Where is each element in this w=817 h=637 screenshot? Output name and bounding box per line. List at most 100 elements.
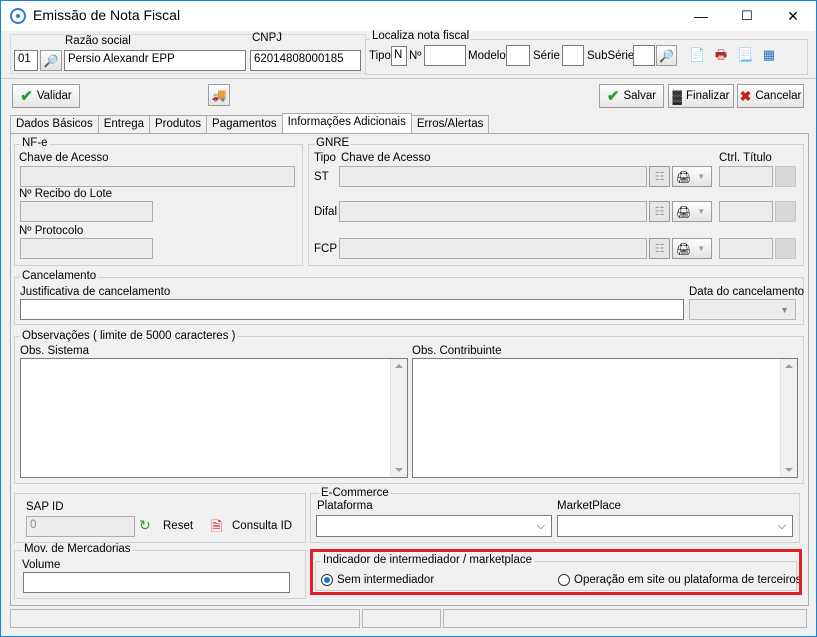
gnre-st-printer-icon[interactable]: 🖨 ▼ — [672, 166, 712, 187]
nfe-chave-label: Chave de Acesso — [19, 152, 109, 164]
tab-produtos[interactable]: Produtos — [149, 115, 208, 134]
sap-id-field[interactable]: 0 — [26, 516, 135, 537]
subserie-label: SubSérie — [587, 50, 635, 62]
nfe-protocolo-field[interactable] — [20, 238, 153, 259]
cnpj-field[interactable]: 62014808000185 — [250, 50, 361, 71]
tab-erros-alertas[interactable]: Erros/Alertas — [410, 115, 490, 134]
cancelar-button[interactable]: ✖ Cancelar — [737, 84, 804, 108]
data-cancelamento-label: Data do cancelamento — [689, 286, 805, 298]
tipo-label: Tipo — [369, 50, 391, 62]
volume-label: Volume — [22, 559, 61, 571]
gnre-tipo-label: Tipo — [314, 152, 336, 164]
plataforma-select[interactable]: ⌵ — [316, 515, 552, 537]
localiza-title: Localiza nota fiscal — [370, 30, 472, 42]
gnre-fcp-chave-field[interactable] — [339, 238, 647, 259]
reset-label[interactable]: Reset — [163, 520, 193, 532]
status-bar — [10, 609, 809, 628]
mov-title: Mov. de Mercadorias — [22, 543, 133, 555]
finalizar-button[interactable]: ▓ Finalizar — [668, 84, 734, 108]
marketplace-label: MarketPlace — [557, 500, 621, 512]
modelo-field[interactable] — [506, 45, 530, 66]
gnre-st-copy-icon[interactable]: ☷ — [649, 166, 670, 187]
title-bar: Emissão de Nota Fiscal — ☐ ✕ — [1, 1, 816, 31]
volume-field[interactable] — [23, 572, 290, 593]
razao-label: Razão social — [65, 35, 131, 47]
gnre-difal-ctrl-button[interactable] — [775, 201, 796, 222]
razao-social-field[interactable]: Persio Alexandr EPP — [64, 50, 246, 71]
observacoes-title: Observações ( limite de 5000 caracteres … — [20, 330, 238, 342]
serie-label: Série — [533, 50, 560, 62]
cnpj-label: CNPJ — [252, 32, 283, 44]
truck-icon[interactable]: 🚚 — [208, 84, 230, 106]
gnre-difal-ctrl-field[interactable] — [719, 201, 773, 222]
gnre-difal-chave-field[interactable] — [339, 201, 647, 222]
gnre-difal-printer-icon[interactable]: 🖨 ▼ — [672, 201, 712, 222]
save-check-icon: ✔ — [606, 88, 620, 105]
finalizar-label: Finalizar — [686, 90, 730, 102]
modelo-label: Modelo — [468, 50, 506, 62]
numero-field[interactable] — [424, 45, 466, 66]
gnre-st-ctrl-button[interactable] — [775, 166, 796, 187]
obs-contribuinte-label: Obs. Contribuinte — [412, 345, 502, 357]
obs-sistema-scrollbar[interactable] — [390, 359, 407, 477]
gnre-st-ctrl-field[interactable] — [719, 166, 773, 187]
tab-entrega[interactable]: Entrega — [97, 115, 150, 134]
plataforma-label: Plataforma — [317, 500, 373, 512]
obs-sistema-textarea[interactable] — [20, 358, 408, 478]
status-cell-3 — [443, 609, 808, 628]
nfe-recibo-field[interactable] — [20, 201, 153, 222]
close-button[interactable]: ✕ — [770, 1, 816, 31]
consulta-id-icon[interactable]: 🗎 — [211, 516, 222, 540]
minimize-button[interactable]: — — [678, 1, 724, 31]
consulta-id-label[interactable]: Consulta ID — [232, 520, 292, 532]
marketplace-select[interactable]: ⌵ — [557, 515, 793, 537]
justificativa-label: Justificativa de cancelamento — [20, 286, 171, 298]
gnre-ctrl-label: Ctrl. Título — [719, 152, 772, 164]
cancelar-label: Cancelar — [755, 90, 802, 102]
obs-contribuinte-textarea[interactable] — [412, 358, 798, 478]
gnre-fcp-copy-icon[interactable]: ☷ — [649, 238, 670, 259]
barcode-icon: ▓ — [672, 88, 682, 104]
nfe-chave-field[interactable] — [20, 166, 295, 187]
validar-button[interactable]: ✔ Validar — [12, 84, 80, 108]
main-window: Emissão de Nota Fiscal — ☐ ✕ Razão socia… — [0, 0, 817, 637]
check-icon: ✔ — [20, 88, 33, 105]
justificativa-field[interactable] — [20, 299, 684, 320]
gnre-row-st-label: ST — [314, 171, 329, 183]
salvar-button[interactable]: ✔ Salvar — [599, 84, 664, 108]
report-icon[interactable]: 📃 — [737, 47, 753, 63]
highlight-box — [310, 549, 802, 595]
subserie-field[interactable] — [633, 45, 655, 66]
numero-label: Nº — [409, 50, 422, 62]
tab-pagamentos[interactable]: Pagamentos — [206, 115, 283, 134]
gnre-st-chave-field[interactable] — [339, 166, 647, 187]
empresa-code-field[interactable]: 01 — [14, 50, 38, 71]
tipo-field[interactable]: N — [391, 46, 407, 66]
calendar-dropdown-icon: ▼ — [780, 305, 789, 315]
tab-informacoes-adicionais[interactable]: Informações Adicionais — [281, 113, 412, 134]
gnre-fcp-printer-icon[interactable]: 🖨 ▼ — [672, 238, 712, 259]
reset-icon[interactable]: ↻ — [139, 517, 151, 534]
cancel-icon: ✖ — [739, 87, 752, 104]
data-cancelamento-picker[interactable]: ▼ — [689, 299, 796, 320]
toolbar-separator — [1, 78, 816, 79]
tab-dados-basicos[interactable]: Dados Básicos — [10, 115, 99, 134]
obs-contribuinte-scrollbar[interactable] — [780, 359, 797, 477]
plataforma-chevron-icon: ⌵ — [536, 520, 545, 532]
localiza-search-icon[interactable]: 🔎 — [656, 45, 677, 66]
nfe-title: NF-e — [20, 137, 50, 149]
document-list-icon[interactable]: 📄 — [689, 47, 705, 63]
search-icon[interactable]: 🔎 — [40, 50, 62, 71]
grid-icon[interactable]: ▦ — [761, 47, 777, 63]
serie-field[interactable] — [562, 45, 584, 66]
gnre-fcp-ctrl-field[interactable] — [719, 238, 773, 259]
window-title: Emissão de Nota Fiscal — [33, 7, 181, 23]
sap-id-label: SAP ID — [26, 501, 64, 513]
gnre-fcp-ctrl-button[interactable] — [775, 238, 796, 259]
gnre-difal-copy-icon[interactable]: ☷ — [649, 201, 670, 222]
gnre-row-difal-label: Difal — [314, 206, 338, 218]
maximize-button[interactable]: ☐ — [724, 1, 770, 31]
validar-label: Validar — [36, 90, 72, 102]
status-cell-2 — [361, 609, 442, 628]
print-document-icon[interactable]: 🖶 — [713, 47, 729, 63]
